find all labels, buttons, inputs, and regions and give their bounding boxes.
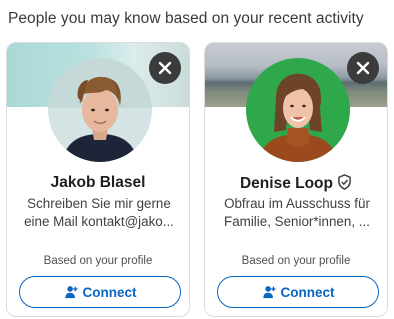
dismiss-button[interactable] bbox=[149, 52, 181, 84]
person-name-text[interactable]: Denise Loop bbox=[240, 175, 333, 192]
person-name-text[interactable]: Jakob Blasel bbox=[51, 174, 146, 191]
person-card[interactable]: Jakob Blasel Schreiben Sie mir gerne ein… bbox=[6, 42, 190, 317]
headline-line-2: Familie, Senior*innen, ... bbox=[224, 214, 370, 229]
headline-line-2: eine Mail kontakt@jako... bbox=[24, 214, 174, 229]
verified-shield-icon bbox=[337, 174, 352, 195]
avatar[interactable] bbox=[246, 58, 350, 162]
avatar[interactable] bbox=[48, 58, 152, 162]
suggestion-reason: Based on your profile bbox=[241, 255, 351, 267]
headline-line-1: Schreiben Sie mir gerne bbox=[27, 196, 171, 211]
connect-button[interactable]: Connect bbox=[19, 276, 181, 308]
section-title: People you may know based on your recent… bbox=[8, 10, 364, 27]
person-name[interactable]: Jakob Blasel bbox=[7, 174, 189, 192]
person-headline: Obfrau im Ausschuss für Familie, Senior*… bbox=[215, 195, 379, 231]
person-headline: Schreiben Sie mir gerne eine Mail kontak… bbox=[17, 195, 181, 231]
add-person-icon bbox=[64, 286, 78, 299]
person-name[interactable]: Denise Loop bbox=[205, 174, 387, 195]
add-person-icon bbox=[262, 286, 276, 299]
connect-label: Connect bbox=[280, 284, 335, 300]
connect-button[interactable]: Connect bbox=[217, 276, 379, 308]
connect-label: Connect bbox=[82, 284, 137, 300]
close-icon bbox=[158, 61, 172, 75]
headline-line-1: Obfrau im Ausschuss für bbox=[224, 196, 370, 211]
dismiss-button[interactable] bbox=[347, 52, 379, 84]
close-icon bbox=[356, 61, 370, 75]
person-card[interactable]: Denise Loop Obfrau im Ausschuss für Fami… bbox=[204, 42, 388, 317]
suggestion-reason: Based on your profile bbox=[43, 255, 153, 267]
